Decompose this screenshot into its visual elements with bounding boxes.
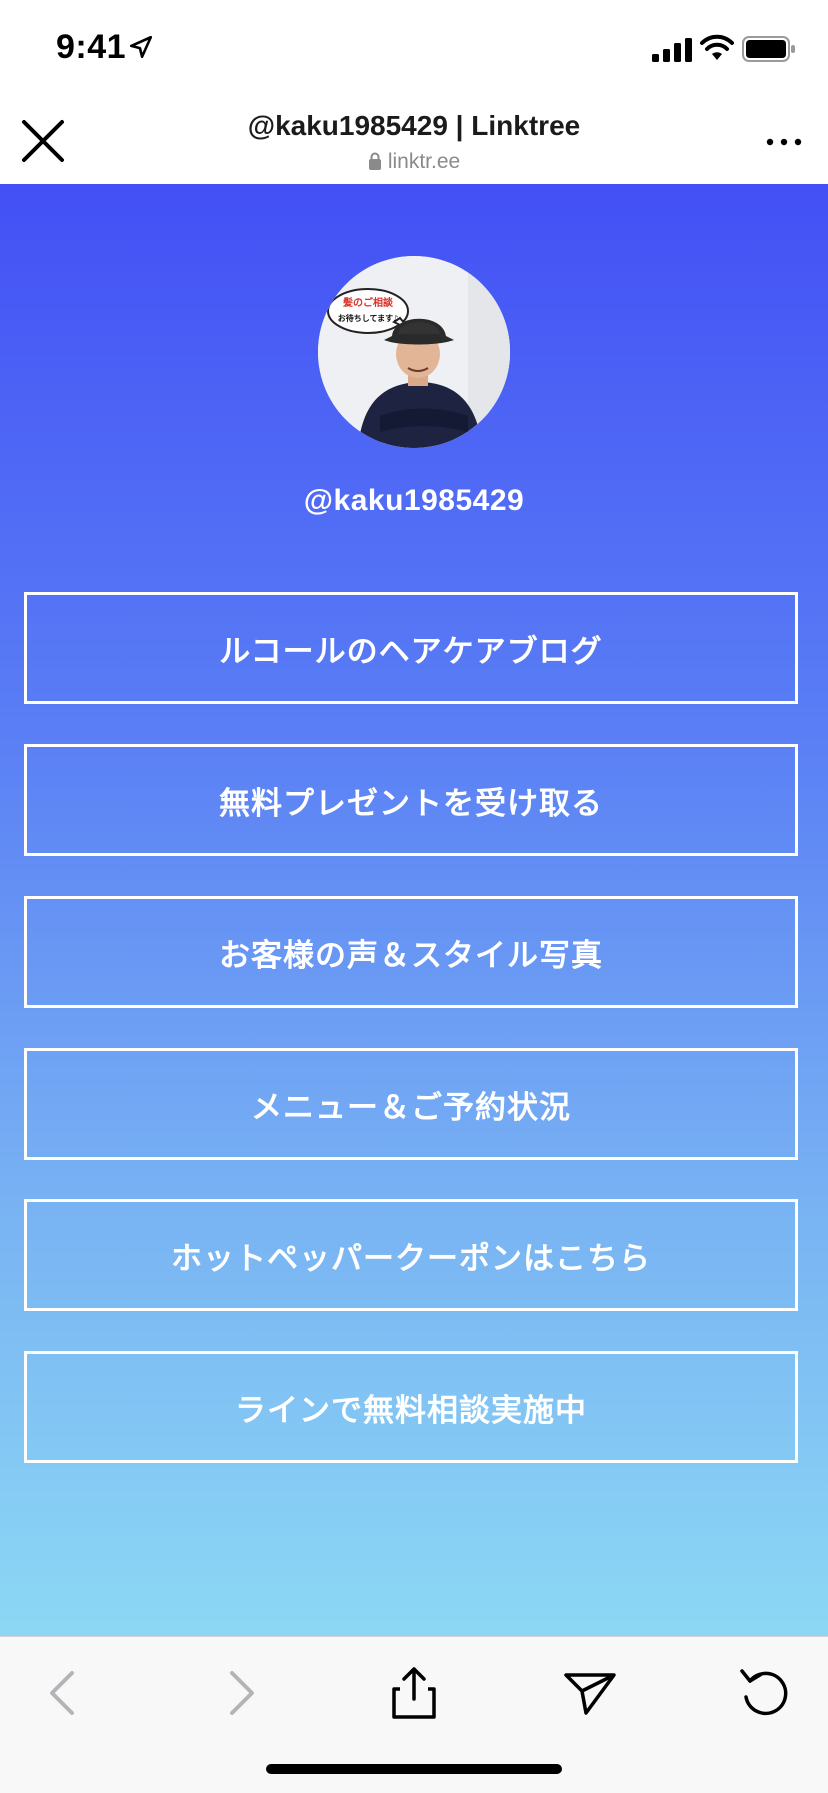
share-icon[interactable] [384,1663,444,1723]
wifi-icon [700,34,734,60]
battery-icon [742,36,795,62]
lock-icon [368,152,381,170]
link-button-free-gift[interactable]: 無料プレゼントを受け取る [24,744,798,856]
location-arrow-icon [129,35,153,59]
linktree-page: 髪のご相談 お待ちしてます♪ @kaku1985429 ルコールのヘアケアブログ… [0,184,828,1636]
cellular-signal-icon [652,38,692,62]
profile-username: @kaku1985429 [303,484,525,517]
status-bar: 9:41 [0,0,828,96]
link-button-haircare-blog[interactable]: ルコールのヘアケアブログ [24,592,798,704]
home-indicator [266,1764,562,1774]
profile-photo: 髪のご相談 お待ちしてます♪ [318,256,510,448]
bubble-line-1: 髪のご相談 [342,296,394,309]
more-icon[interactable] [764,132,804,152]
reload-icon[interactable] [734,1663,794,1723]
link-button-reviews-styles[interactable]: お客様の声＆スタイル写真 [24,896,798,1008]
bubble-line-2: お待ちしてます♪ [338,313,398,323]
link-button-hotpepper-coupon[interactable]: ホットペッパークーポンはこちら [24,1199,798,1311]
forward-arrow-icon[interactable] [210,1663,270,1723]
link-button-line-consult[interactable]: ラインで無料相談実施中 [24,1351,798,1463]
back-arrow-icon[interactable] [34,1663,94,1723]
browser-nav-bar: @kaku1985429 | Linktree linktr.ee [0,96,828,185]
url-label: linktr.ee [0,150,828,174]
send-icon[interactable] [560,1663,620,1723]
status-time: 9:41 [56,28,127,66]
page-title: @kaku1985429 | Linktree [247,110,581,141]
link-button-menu-booking[interactable]: メニュー＆ご予約状況 [24,1048,798,1160]
avatar: 髪のご相談 お待ちしてます♪ [318,256,510,448]
url-text: linktr.ee [387,150,461,173]
